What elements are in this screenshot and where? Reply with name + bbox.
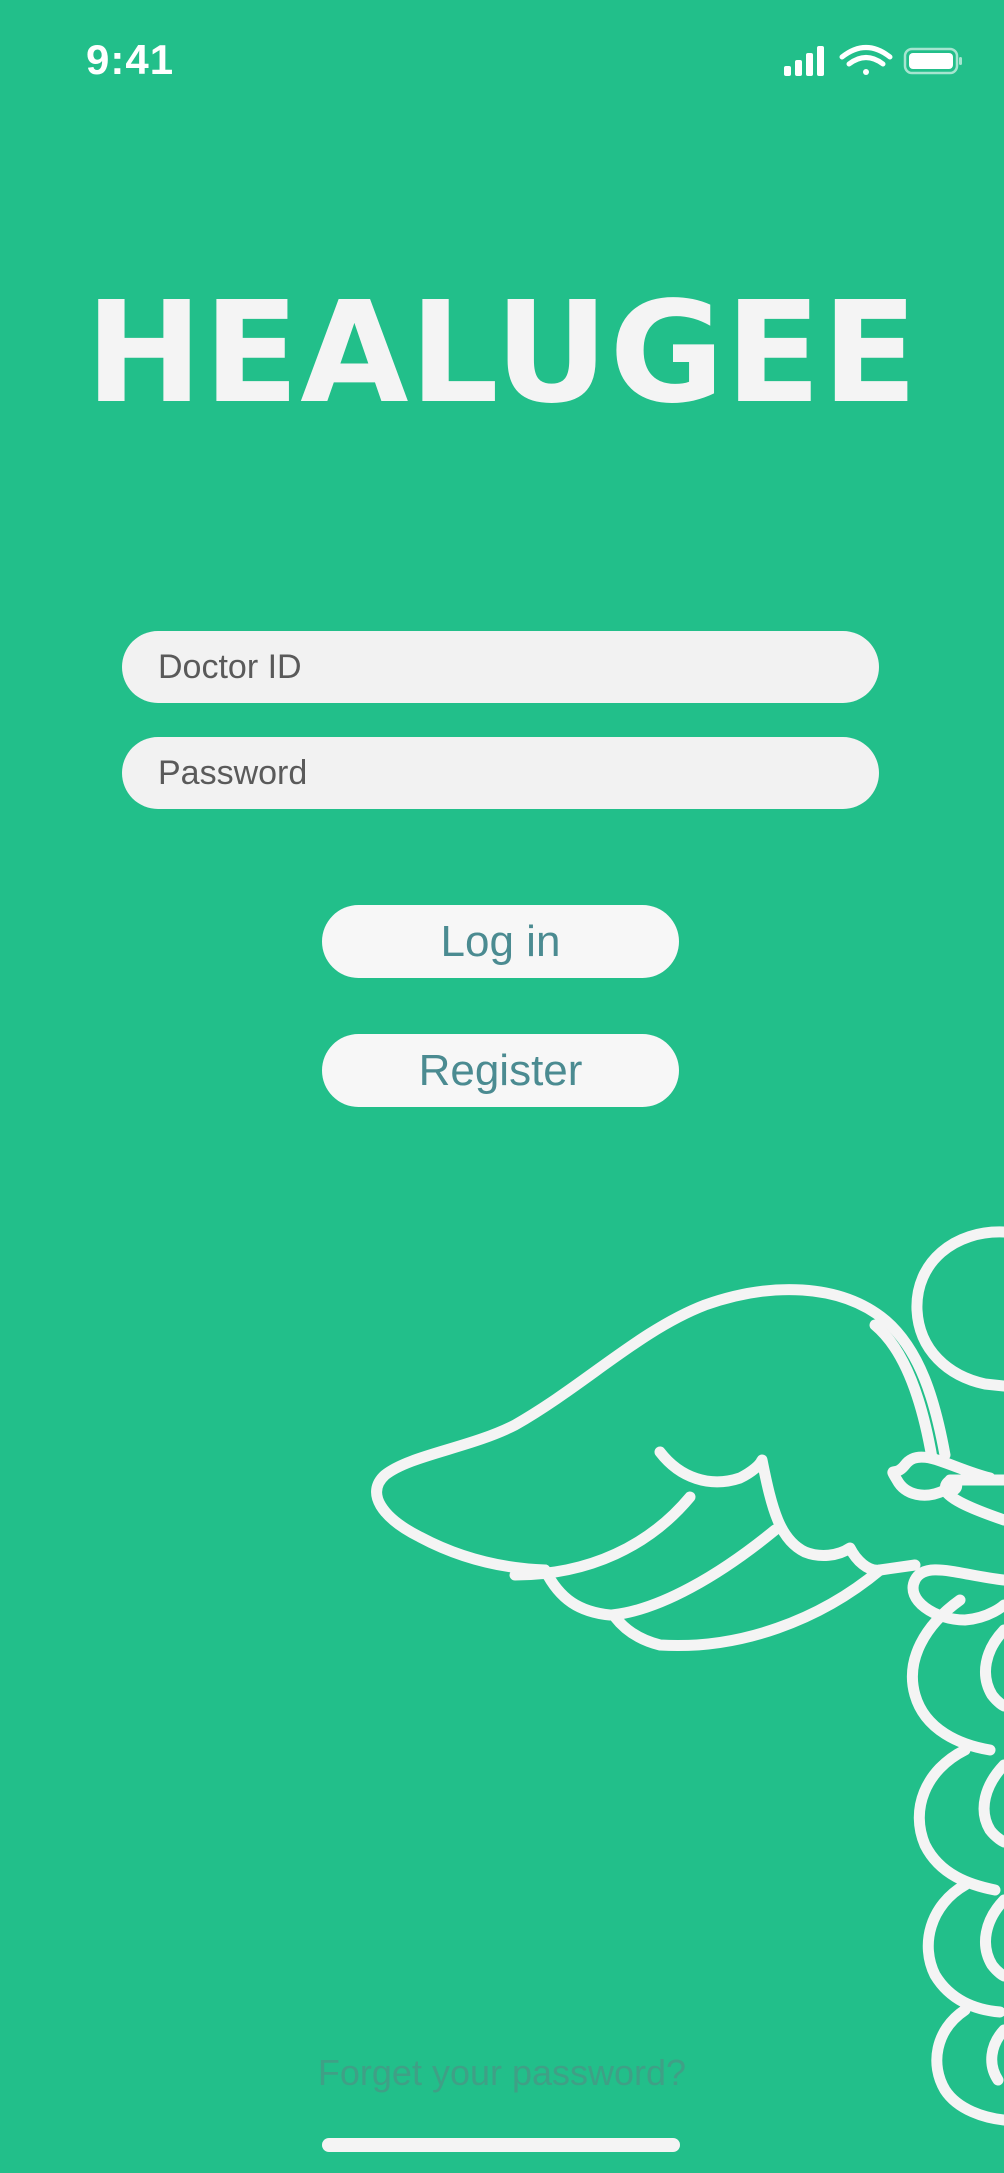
home-indicator[interactable] xyxy=(322,2138,680,2152)
caduceus-icon xyxy=(371,1226,1004,2126)
status-time: 9:41 xyxy=(86,36,175,83)
password-input[interactable] xyxy=(122,737,879,809)
status-bar: 9:41 xyxy=(0,0,1004,120)
battery-icon xyxy=(903,47,962,75)
signal-icon xyxy=(784,46,824,76)
doctor-id-input[interactable] xyxy=(122,631,879,703)
wifi-icon xyxy=(839,45,893,75)
login-screen: 9:41 HEALUGEE Log in Register xyxy=(0,0,1004,2173)
login-button[interactable]: Log in xyxy=(322,905,679,978)
status-icons xyxy=(784,45,962,76)
forgot-password-link[interactable]: Forget your password? xyxy=(0,2052,1004,2094)
app-title: HEALUGEE xyxy=(85,272,919,435)
register-button[interactable]: Register xyxy=(322,1034,679,1107)
